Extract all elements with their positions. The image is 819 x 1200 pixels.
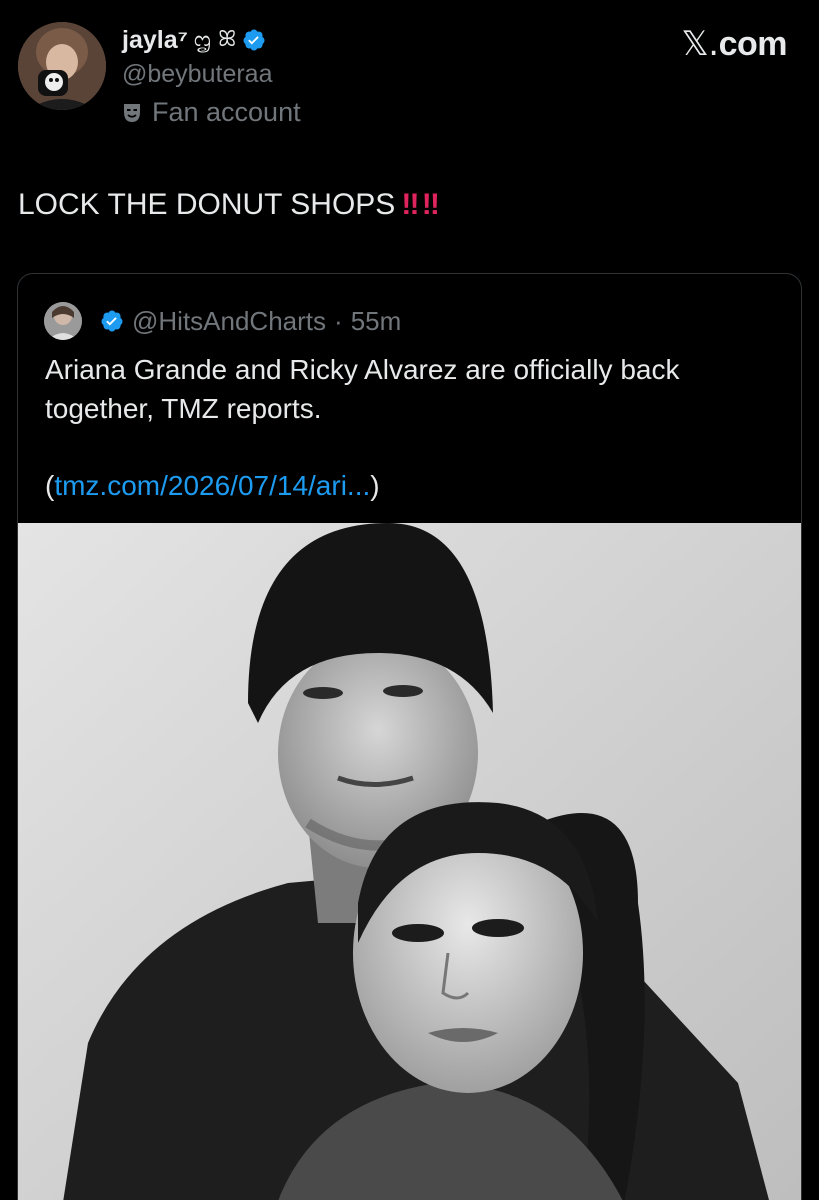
quoted-tweet-text: Ariana Grande and Ricky Alvarez are offi… bbox=[45, 354, 680, 424]
quoted-tweet-photo[interactable] bbox=[18, 523, 801, 1200]
source-watermark: 𝕏.com bbox=[681, 24, 787, 64]
link-paren-open: ( bbox=[45, 470, 55, 501]
quoted-author-avatar[interactable] bbox=[44, 302, 82, 340]
affiliation-row: Fan account bbox=[122, 97, 301, 128]
source-label: com bbox=[718, 25, 788, 63]
theater-mask-icon bbox=[124, 103, 140, 122]
tweet-text: LOCK THE DONUT SHOPS ‼ ‼ bbox=[18, 188, 440, 222]
quoted-verified-badge-icon bbox=[101, 310, 123, 332]
affiliation-label: Fan account bbox=[152, 97, 301, 127]
quoted-tweet-card[interactable]: @HitsAndCharts · 55m Ariana Grande and R… bbox=[17, 273, 802, 1200]
quoted-separator: · bbox=[334, 305, 343, 336]
author-avatar[interactable] bbox=[18, 22, 106, 110]
verified-badge-icon bbox=[243, 29, 265, 51]
quoted-link[interactable]: tmz.com/2026/07/14/ari... bbox=[54, 470, 370, 501]
author-handle[interactable]: @beybuteraa bbox=[122, 60, 301, 89]
quoted-tweet-header: @HitsAndCharts · 55m bbox=[44, 302, 401, 340]
double-exclamation-icon: ‼ ‼ bbox=[401, 188, 440, 221]
author-display-name[interactable]: jayla⁷ bbox=[122, 26, 188, 55]
quoted-timestamp[interactable]: 55m bbox=[351, 306, 402, 337]
tweet-body: LOCK THE DONUT SHOPS bbox=[18, 188, 396, 221]
author-info: jayla⁷ ᦗ ꕤ @beybuteraa Fan account bbox=[122, 22, 301, 128]
quoted-link-line: (tmz.com/2026/07/14/ari...) bbox=[45, 470, 380, 502]
link-paren-close: ) bbox=[370, 470, 380, 501]
quoted-author-handle[interactable]: @HitsAndCharts bbox=[132, 306, 326, 337]
x-logo-icon: 𝕏. bbox=[681, 24, 719, 64]
author-name-row: jayla⁷ ᦗ ꕤ bbox=[122, 22, 301, 58]
author-name-emoji: ᦗ ꕤ bbox=[193, 27, 237, 52]
